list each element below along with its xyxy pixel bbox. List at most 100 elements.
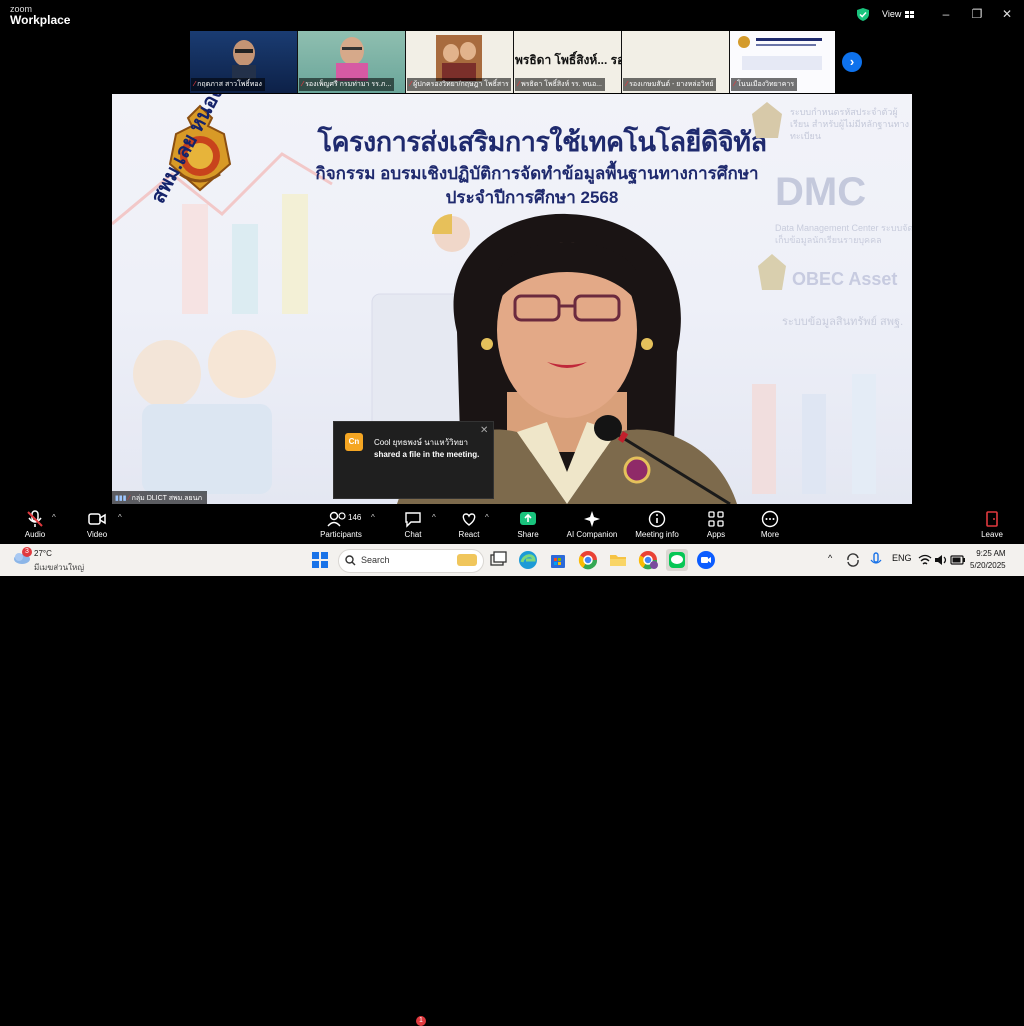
windows-start-icon[interactable] <box>310 550 330 570</box>
shield-check-icon[interactable] <box>857 8 869 26</box>
presenter-name-text: กลุ่ม DLICT สพม.ลยนภ <box>131 495 203 502</box>
obec-asset-logo: OBEC Asset <box>792 269 898 289</box>
chrome-profile-icon[interactable] <box>638 550 658 570</box>
participant-thumbnail[interactable]: ⁄ โนนเมืองวิทยาคาร <box>730 31 835 93</box>
edge-browser-icon[interactable] <box>518 550 538 570</box>
volume-icon[interactable] <box>934 553 948 567</box>
microphone-tray-icon[interactable] <box>868 552 884 568</box>
thumbnail-name: ⁄ พรธิดา โพธิ์สิงห์ รร. หนอ... <box>515 78 605 91</box>
user-avatar-icon: Cn <box>345 433 363 451</box>
ai-companion-button[interactable]: AI Companion <box>564 510 620 539</box>
mic-muted-icon: ⁄ <box>194 81 196 88</box>
video-label: Video <box>86 530 108 539</box>
audio-options-caret[interactable]: ^ <box>52 513 56 522</box>
apps-icon <box>708 511 724 527</box>
meeting-info-button[interactable]: Meeting info <box>632 510 682 539</box>
apps-button[interactable]: Apps <box>704 510 728 539</box>
close-notification-icon[interactable]: ✕ <box>480 425 488 436</box>
weather-description: มีเมฆส่วนใหญ่ <box>34 563 85 572</box>
sparkle-icon <box>584 511 600 527</box>
video-button[interactable]: Video <box>82 510 112 539</box>
leave-icon <box>986 511 998 527</box>
language-indicator[interactable]: ENG <box>892 553 912 563</box>
mic-muted-icon: ⁄ <box>410 81 412 88</box>
show-hidden-icons[interactable]: ^ <box>828 553 832 563</box>
weather-widget[interactable]: 3 27°C มีเมฆส่วนใหญ่ <box>12 547 84 572</box>
obec-emblem-icon <box>752 102 782 138</box>
temperature: 27°C <box>34 549 52 558</box>
heart-icon <box>462 513 476 526</box>
mic-muted-icon: ⁄ <box>302 81 304 88</box>
leave-button[interactable]: Leave <box>978 510 1006 539</box>
thumbnail-name: ⁄ รองเกษมสันต์ - ยางหล่อวิทย์ <box>623 78 717 91</box>
apps-label: Apps <box>706 530 726 539</box>
title-bar <box>0 0 1024 30</box>
notification-line-2: shared a file in the meeting. <box>374 450 480 459</box>
sync-icon[interactable] <box>845 552 861 568</box>
meeting-toolbar: Audio ^ Video ^ Participants 146 ^ Chat … <box>0 506 1024 1026</box>
mic-muted-icon: ⁄ <box>518 81 520 88</box>
mic-muted-icon <box>27 510 43 527</box>
chat-label: Chat <box>404 530 422 539</box>
microphone-prop <box>594 415 731 504</box>
mic-muted-icon: ⁄ <box>128 495 130 502</box>
more-icon <box>761 510 779 528</box>
react-label: React <box>458 530 480 539</box>
restore-button[interactable]: ❐ <box>968 6 986 22</box>
participants-label: Participants <box>320 530 362 539</box>
participant-thumbnail[interactable]: ⁄ รองเกษมสันต์ - ยางหล่อวิทย์ <box>622 31 729 93</box>
presenter-name-label: ▮▮▮ ⁄ กลุ่ม DLICT สพม.ลยนภ <box>112 491 208 504</box>
brand-large: Workplace <box>10 13 71 27</box>
slide-year: ประจำปีการศึกษา 2568 <box>445 188 619 207</box>
participant-thumbnail[interactable]: ⁄ รองเพ็ญศรี กรมท่ามา รร.ภ... <box>298 31 405 93</box>
next-thumbnails-button[interactable]: › <box>842 52 862 72</box>
microsoft-store-icon[interactable] <box>548 550 568 570</box>
view-label: View <box>882 9 902 19</box>
signal-icon: ▮▮▮ <box>115 495 127 502</box>
search-placeholder: Search <box>361 555 390 565</box>
more-button[interactable]: More <box>758 510 782 539</box>
zoom-logo: zoom Workplace <box>10 4 71 27</box>
chat-bubble-icon <box>405 512 421 528</box>
clock-time: 9:25 AM <box>976 549 1006 558</box>
close-window-button[interactable]: ✕ <box>998 6 1016 22</box>
obec-asset-caption: ระบบข้อมูลสินทรัพย์ สพฐ. <box>782 316 904 328</box>
chrome-icon[interactable] <box>578 550 598 570</box>
video-options-caret[interactable]: ^ <box>118 513 122 522</box>
system-clock[interactable]: 9:25 AM 5/20/2025 <box>970 548 1006 572</box>
meeting-info-label: Meeting info <box>635 530 679 539</box>
view-button[interactable]: View <box>882 9 915 19</box>
faint-system-text: ระบบกำหนดรหัสประจำตัวผู้เรียน สำหรับผู้ไ… <box>790 107 909 141</box>
react-button[interactable]: React <box>457 510 481 539</box>
share-button[interactable]: Share <box>514 510 542 539</box>
slide-preview <box>738 36 822 70</box>
chat-button[interactable]: Chat <box>401 510 425 539</box>
chat-unread-badge: 1 <box>416 1016 426 1026</box>
thumbnail-name: ⁄ กฤตภาส สาวโพธิ์ทอง <box>191 78 265 91</box>
main-video: สพม.เลย หนองบัวลำภู โครงการส่งเสริมการใช… <box>112 94 912 504</box>
search-highlight-icon <box>457 554 477 566</box>
wifi-icon[interactable] <box>918 553 932 567</box>
participant-thumbnail[interactable]: ⁄ ผู้ปกครองวิทยา/กฤษฎา โพธิ์สาร <box>406 31 513 93</box>
taskbar-search-box[interactable]: Search <box>338 549 484 573</box>
audio-button[interactable]: Audio <box>20 510 50 539</box>
notification-text: Cool ยุทธพงษ์ นาแหว้วิทยา shared a file … <box>374 437 489 461</box>
ai-companion-label: AI Companion <box>566 530 618 539</box>
zoom-app-icon[interactable] <box>696 550 716 570</box>
task-view-icon[interactable] <box>488 550 508 570</box>
chat-options-caret[interactable]: ^ <box>432 513 436 522</box>
clock-date: 5/20/2025 <box>970 561 1006 570</box>
line-app-icon[interactable] <box>666 549 688 571</box>
mic-muted-icon: ⁄ <box>626 81 628 88</box>
react-options-caret[interactable]: ^ <box>485 513 489 522</box>
file-explorer-icon[interactable] <box>608 550 628 570</box>
participant-face <box>232 40 256 79</box>
participant-thumbnail[interactable]: ⁄ กฤตภาส สาวโพธิ์ทอง <box>190 31 297 93</box>
slide-subtitle: กิจกรรม อบรมเชิงปฏิบัติการจัดทำข้อมูลพื้… <box>315 164 759 183</box>
more-label: More <box>760 530 780 539</box>
minimize-button[interactable]: – <box>937 6 955 22</box>
battery-icon[interactable] <box>950 553 966 567</box>
participants-options-caret[interactable]: ^ <box>371 513 375 522</box>
notification-line-1: Cool ยุทธพงษ์ นาแหว้วิทยา <box>374 438 469 447</box>
file-share-notification[interactable]: Cn Cool ยุทธพงษ์ นาแหว้วิทยา shared a fi… <box>333 421 494 499</box>
